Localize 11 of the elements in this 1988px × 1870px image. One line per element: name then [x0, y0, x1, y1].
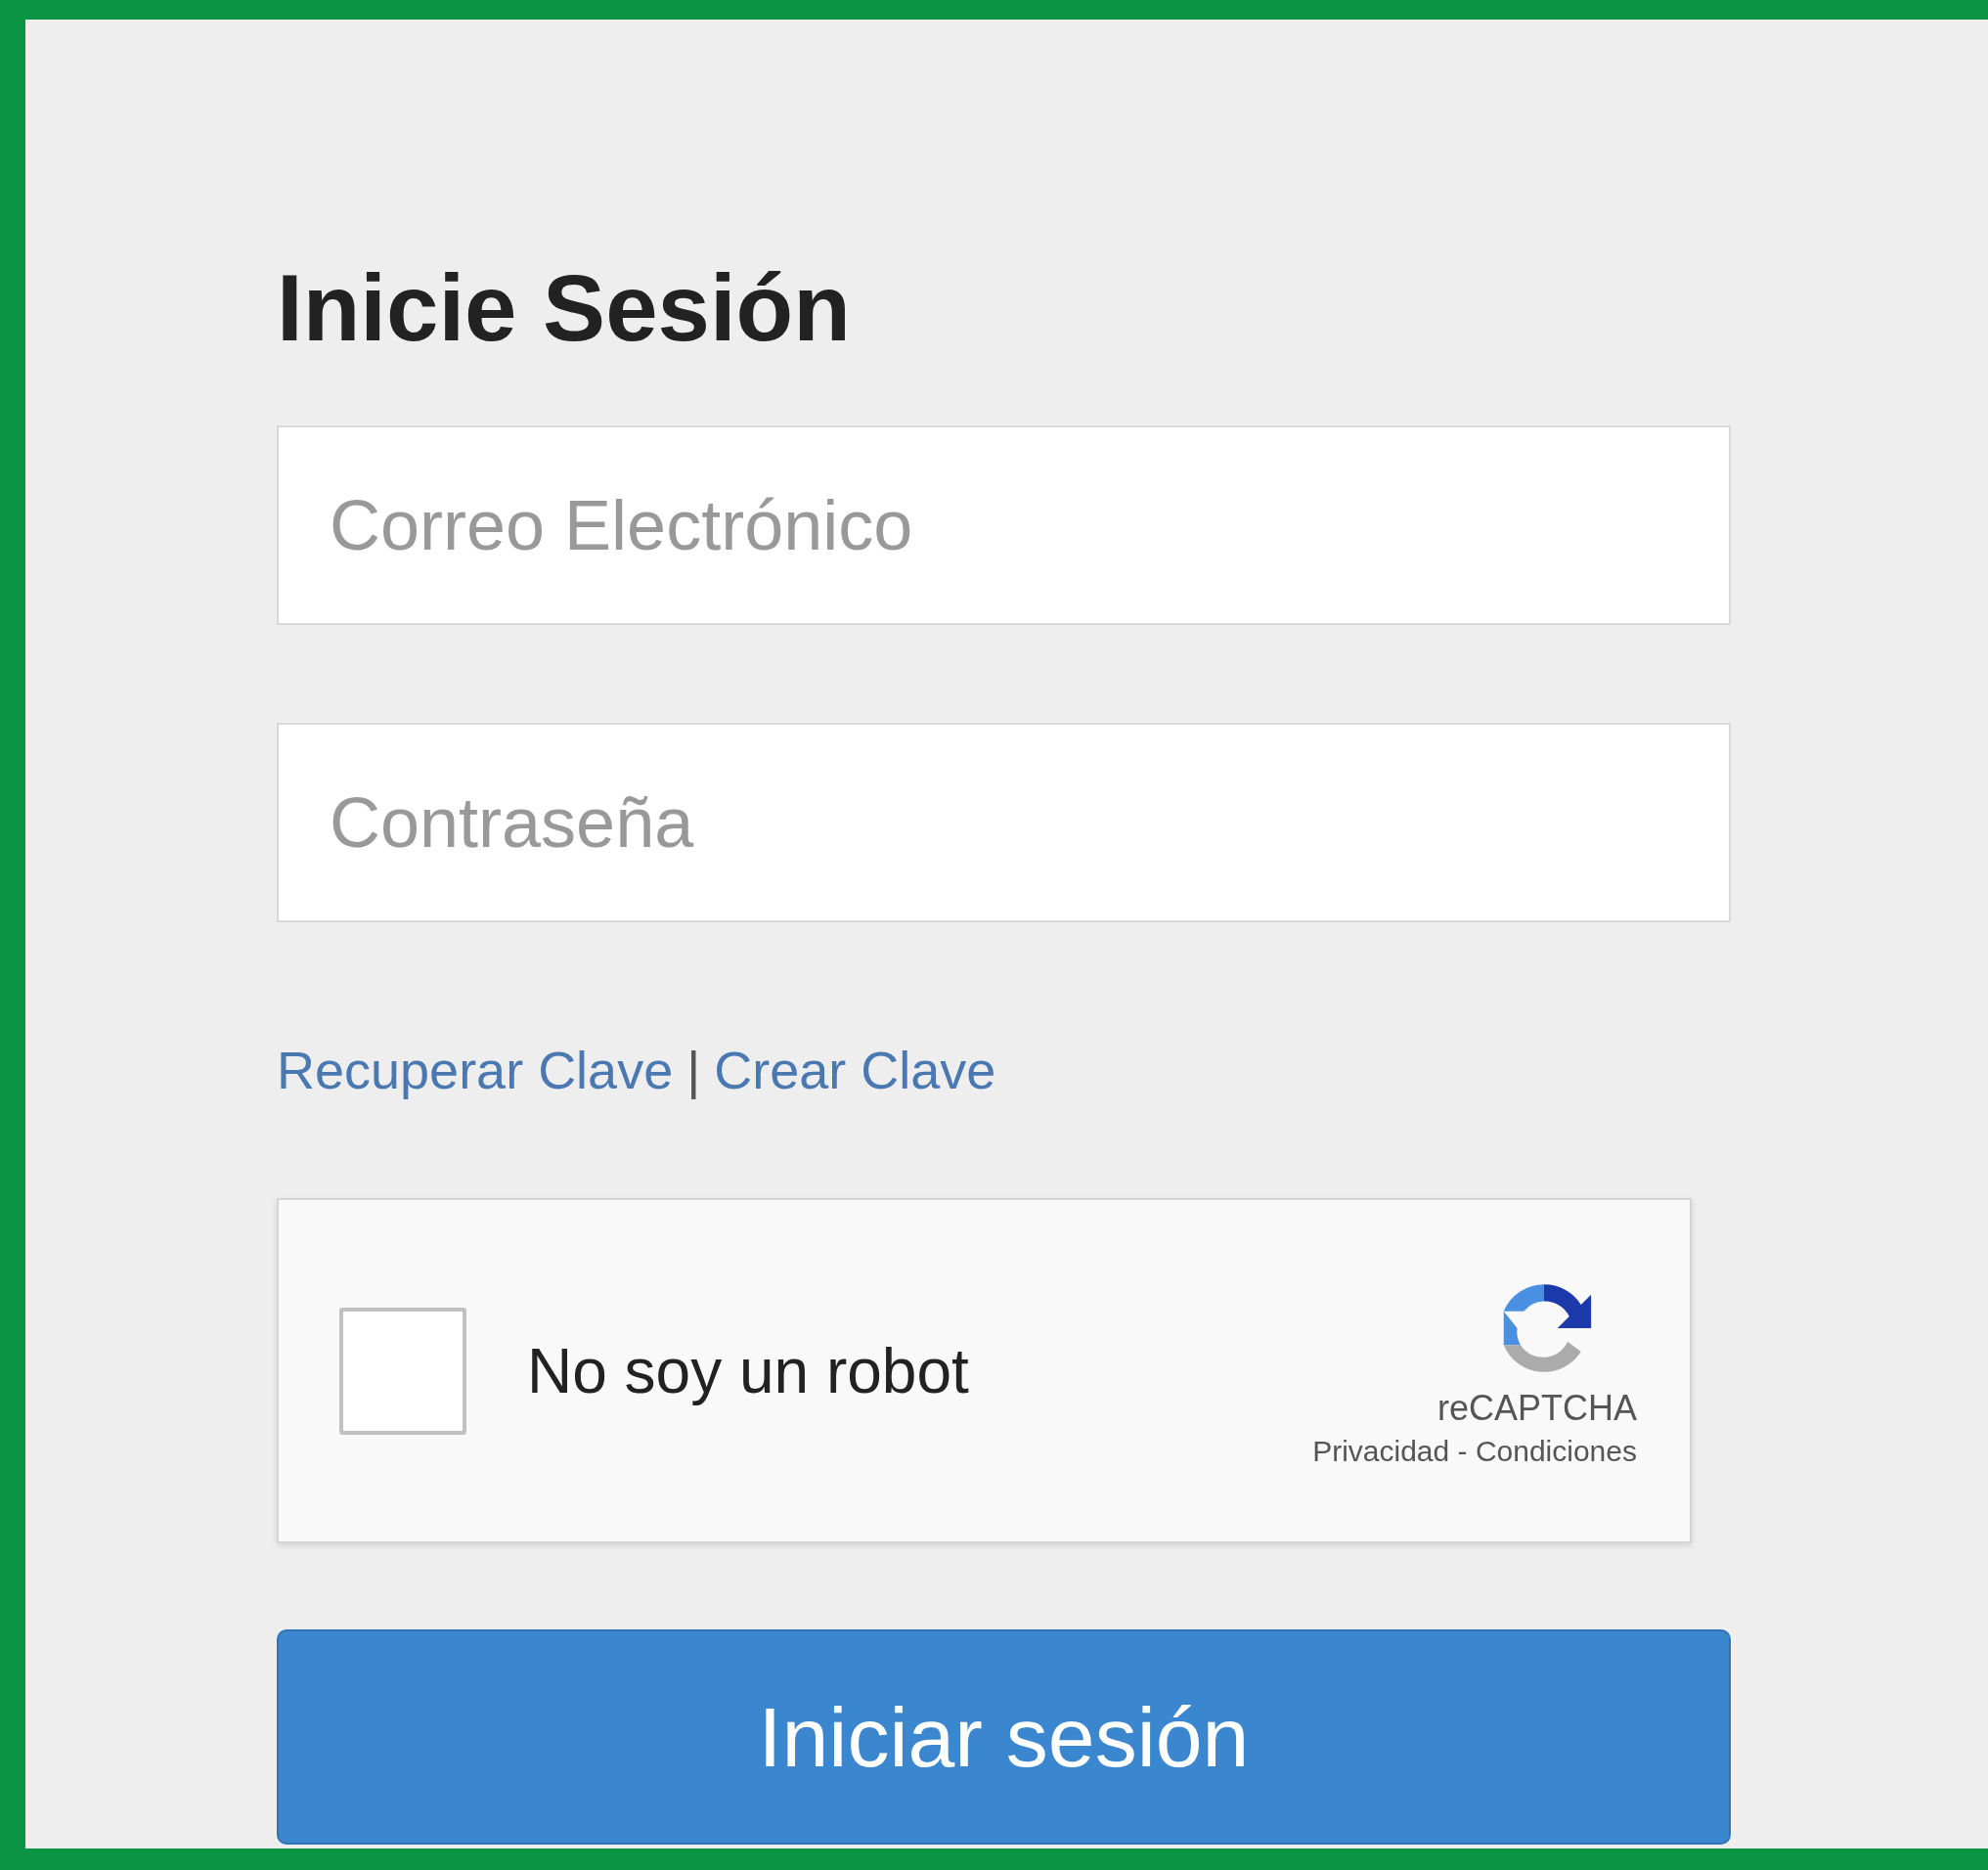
link-separator: |	[686, 1040, 701, 1100]
page-title: Inicie Sesión	[277, 254, 852, 362]
create-password-link[interactable]: Crear Clave	[714, 1040, 996, 1100]
recover-password-link[interactable]: Recuperar Clave	[277, 1040, 674, 1100]
password-field[interactable]: Contraseña	[277, 723, 1731, 922]
captcha-terms: Privacidad - Condiciones	[1312, 1434, 1637, 1468]
login-button[interactable]: Iniciar sesión	[277, 1629, 1731, 1845]
captcha-checkbox[interactable]	[339, 1307, 466, 1435]
captcha-label: No soy un robot	[527, 1334, 970, 1407]
email-field[interactable]: Correo Electrónico	[277, 425, 1731, 625]
captcha-brand: reCAPTCHA	[1436, 1387, 1637, 1429]
